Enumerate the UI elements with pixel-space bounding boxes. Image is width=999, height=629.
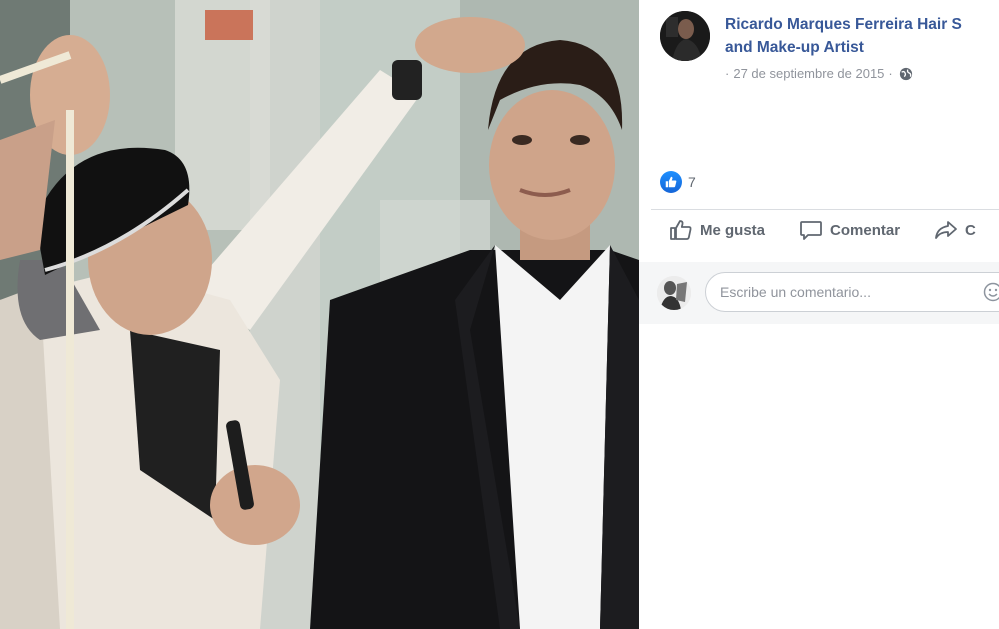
smiley-icon[interactable]: [983, 282, 999, 302]
like-button[interactable]: Me gusta: [669, 218, 765, 242]
comment-input[interactable]: [705, 272, 999, 312]
share-label: C: [965, 221, 976, 239]
thumbs-up-icon: [660, 171, 682, 193]
share-button[interactable]: C: [934, 218, 976, 242]
reaction-count: 7: [688, 174, 696, 190]
current-user-avatar[interactable]: [657, 276, 691, 310]
comment-label: Comentar: [830, 221, 901, 239]
post-date[interactable]: 27 de septiembre de 2015: [733, 66, 884, 81]
globe-icon[interactable]: [899, 67, 913, 81]
post-side-panel: Ricardo Marques Ferreira Hair S and Make…: [639, 0, 999, 629]
author-name-line1: Ricardo Marques Ferreira Hair S: [725, 16, 962, 33]
author-name-line2: and Make-up Artist: [725, 39, 864, 56]
post-photo[interactable]: [0, 0, 639, 629]
share-icon: [935, 221, 957, 239]
thumbs-up-outline-icon: [670, 220, 692, 240]
comment-button[interactable]: Comentar: [799, 218, 900, 242]
photo-illustration: [0, 0, 639, 629]
author-avatar[interactable]: [660, 11, 710, 61]
action-bar: Me gusta Comentar C: [669, 218, 999, 242]
comment-composer: [639, 262, 999, 324]
author-name-link[interactable]: Ricardo Marques Ferreira Hair S and Make…: [725, 13, 999, 59]
reaction-summary[interactable]: 7: [660, 171, 696, 193]
comment-icon: [800, 221, 822, 240]
current-user-image: [657, 276, 691, 310]
meta-separator: ·: [888, 66, 893, 81]
post-meta: · 27 de septiembre de 2015 ·: [725, 66, 913, 81]
avatar-image: [660, 11, 710, 61]
divider: [651, 209, 999, 210]
like-label: Me gusta: [700, 221, 766, 239]
meta-separator: ·: [725, 66, 730, 81]
